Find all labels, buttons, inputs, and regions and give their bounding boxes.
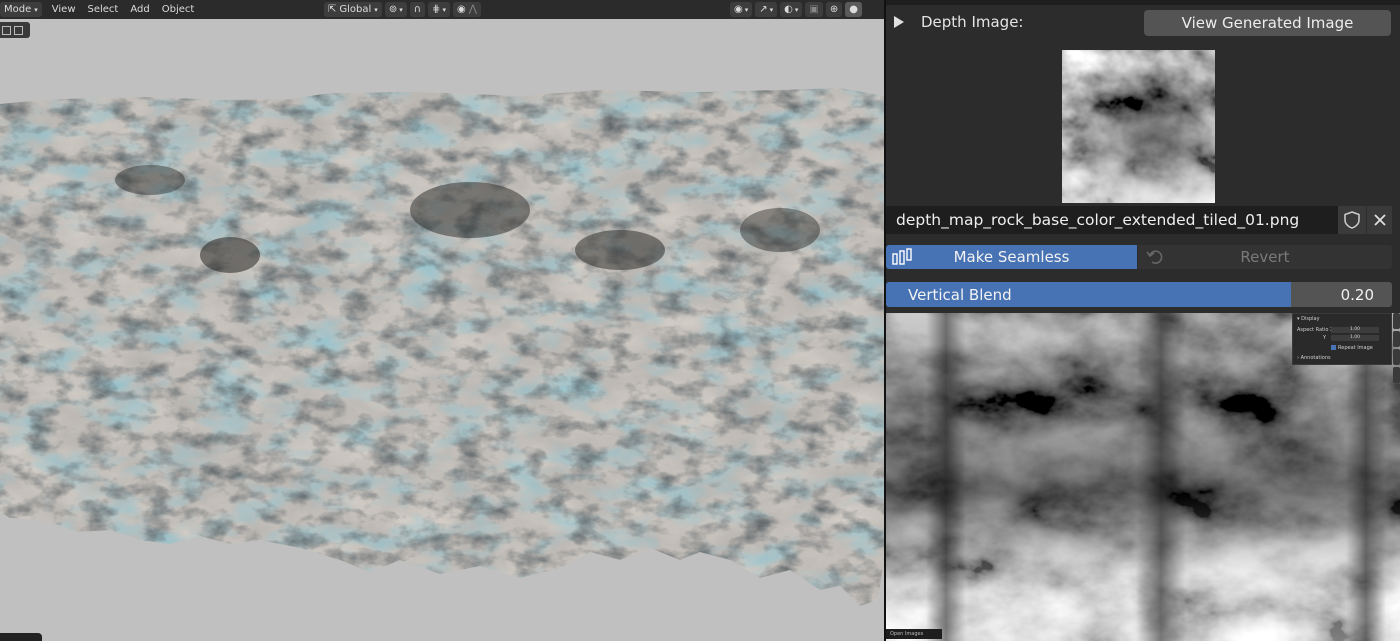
chevron-down-icon: ▾ (399, 5, 403, 14)
sidebar-tab-3[interactable] (1393, 349, 1400, 365)
open-images-label[interactable]: Open Images (886, 629, 942, 639)
vertical-blend-label: Vertical Blend (908, 286, 1012, 304)
view-generated-image-button[interactable]: View Generated Image (1144, 10, 1391, 36)
sidebar-tab-2[interactable] (1393, 331, 1400, 347)
gizmo-toggle[interactable]: ↗ ▾ (755, 2, 778, 17)
gizmo-icon: ↗ (759, 4, 768, 15)
repeat-image-checkbox[interactable] (1331, 345, 1336, 350)
proportional-icon: ◉ (456, 4, 466, 15)
3d-viewport[interactable]: Mode ▾ View Select Add Object ⇱ Global ▾… (0, 0, 884, 641)
menu-object[interactable]: Object (156, 2, 201, 17)
revert-button[interactable]: Revert (1138, 245, 1392, 269)
pivot-icon: ⊚ (388, 4, 398, 15)
chevron-down-icon: ▾ (34, 5, 38, 14)
make-seamless-label: Make Seamless (953, 248, 1070, 266)
overlay-toggle[interactable]: ◐ ▾ (780, 2, 803, 17)
mode-dropdown[interactable]: Mode ▾ (0, 2, 42, 17)
select-mode-buttons[interactable] (0, 22, 30, 38)
filename-field[interactable]: depth_map_rock_base_color_extended_tiled… (886, 206, 1338, 234)
display-header[interactable]: ▾ Display (1297, 316, 1320, 322)
aspect-y-field[interactable]: 1.00 (1331, 335, 1379, 341)
magnet-icon: ∩ (413, 4, 422, 15)
viewport-corner-tab (0, 633, 42, 641)
wireframe-sphere-icon: ⊕ (829, 4, 839, 15)
annotations-label: Annotations (1300, 355, 1331, 361)
chevron-down-icon: ▾ (744, 5, 749, 14)
shading-wireframe[interactable]: ⊕ (825, 2, 843, 17)
sidebar-tabs (1393, 313, 1400, 393)
orientation-dropdown[interactable]: ⇱ Global ▾ (324, 2, 382, 17)
aspect-x-field[interactable]: 1.00 (1331, 327, 1379, 333)
panel-top-strip (886, 0, 1400, 5)
undo-icon (1146, 250, 1163, 264)
aspect-x-label: Aspect Ratio X (1297, 327, 1334, 333)
pivot-dropdown[interactable]: ⊚ ▾ (384, 2, 407, 17)
overlay-icon: ◐ (784, 4, 793, 15)
orientation-label: Global (339, 4, 372, 15)
proportional-edit-toggle[interactable]: ◉ ⋀ (452, 2, 481, 17)
shading-solid[interactable]: ● (845, 2, 862, 17)
menu-select[interactable]: Select (82, 2, 125, 17)
vertical-blend-slider[interactable]: Vertical Blend 0.20 (886, 282, 1392, 307)
depth-thumbnail (1062, 50, 1215, 203)
chevron-down-icon: ▾ (442, 5, 446, 14)
visibility-dropdown[interactable]: ◉ ▾ (730, 2, 753, 17)
falloff-icon: ⋀ (468, 4, 477, 15)
rock-mesh (0, 88, 884, 606)
chevron-down-icon: ▾ (769, 5, 774, 14)
sidebar-tab-1[interactable] (1393, 313, 1400, 329)
seamless-icon (892, 248, 912, 265)
xray-toggle[interactable]: ▣ (805, 2, 823, 17)
vertical-blend-value: 0.20 (1340, 286, 1374, 304)
seamless-row: Make Seamless Revert (886, 245, 1392, 269)
unlink-button[interactable] (1367, 206, 1392, 234)
solid-sphere-icon: ● (849, 4, 858, 15)
eye-icon: ◉ (734, 4, 743, 15)
depth-image-label: Depth Image: (921, 13, 1024, 31)
snap-grid-icon: ⋕ (432, 4, 441, 15)
close-icon (1373, 214, 1386, 226)
chevron-down-icon: ▾ (374, 5, 378, 14)
snap-target-dropdown[interactable]: ⋕ ▾ (428, 2, 450, 17)
make-seamless-button[interactable]: Make Seamless (886, 245, 1137, 269)
xray-icon: ▣ (809, 4, 819, 15)
play-icon[interactable] (894, 16, 904, 28)
select-mode-icon (14, 25, 23, 35)
fake-user-button[interactable] (1338, 206, 1366, 234)
aspect-y-label: Y (1323, 335, 1327, 341)
axis-icon: ⇱ (328, 4, 337, 15)
chevron-down-icon: ▾ (794, 5, 799, 14)
annotations-header[interactable]: › Annotations (1297, 355, 1331, 361)
depth-panel: Depth Image: View Generated Image depth_… (886, 0, 1400, 641)
menu-view[interactable]: View (46, 2, 82, 17)
image-sidebar-display: ▾ Display Aspect Ratio X 1.00 Y 1.00 Rep… (1292, 313, 1392, 365)
revert-label: Revert (1240, 248, 1290, 266)
menu-add[interactable]: Add (124, 2, 155, 17)
repeat-image-label: Repeat Image (1338, 345, 1373, 351)
mode-label: Mode (4, 4, 32, 15)
snap-toggle[interactable]: ∩ (409, 2, 426, 17)
sidebar-tab-4[interactable] (1393, 367, 1400, 383)
display-label: Display (1301, 316, 1320, 322)
shield-icon (1344, 211, 1360, 229)
select-box-icon (2, 25, 11, 35)
viewport-header: Mode ▾ View Select Add Object ⇱ Global ▾… (0, 0, 884, 19)
